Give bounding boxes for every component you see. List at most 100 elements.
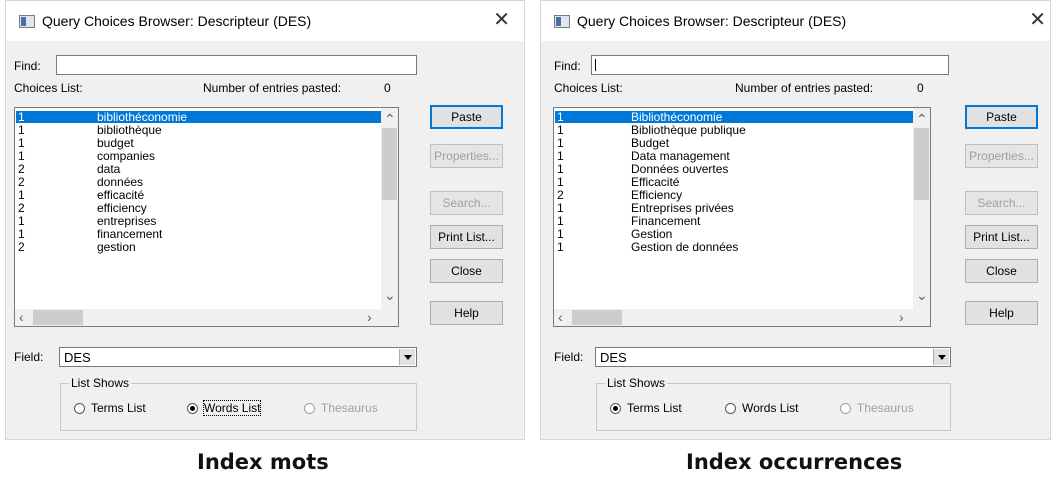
list-item[interactable]: 2 data <box>16 163 382 175</box>
item-term: Bibliothèque publique <box>631 123 746 137</box>
horizontal-scroll-thumb[interactable] <box>33 310 83 325</box>
vertical-scroll-thumb[interactable] <box>382 128 397 200</box>
close-window-icon[interactable]: ✕ <box>493 10 510 30</box>
item-count: 1 <box>557 123 564 137</box>
scroll-right-icon[interactable]: › <box>367 310 372 324</box>
field-select-value: DES <box>64 350 91 365</box>
chevron-down-icon[interactable] <box>399 349 415 365</box>
list-item[interactable]: 1 financement <box>16 228 382 240</box>
item-term: budget <box>97 136 134 150</box>
find-input[interactable] <box>591 55 949 75</box>
properties-button[interactable]: Properties... <box>430 144 503 168</box>
list-item[interactable]: 1 companies <box>16 150 382 162</box>
close-window-icon[interactable]: ✕ <box>1029 10 1046 30</box>
find-label: Find: <box>554 59 581 73</box>
scroll-up-icon[interactable]: ⌃ <box>384 112 396 126</box>
scroll-up-icon[interactable]: ⌃ <box>916 112 928 126</box>
horizontal-scrollbar[interactable]: ‹ › <box>15 309 381 326</box>
scroll-down-icon[interactable]: ⌄ <box>384 288 396 302</box>
item-term: Data management <box>631 149 730 163</box>
choices-list-label: Choices List: <box>554 81 623 95</box>
item-term: companies <box>97 149 156 163</box>
list-item[interactable]: 1 Bibliothèque publique <box>555 124 914 136</box>
list-item[interactable]: 1 bibliothéconomie <box>16 111 382 123</box>
print-list-button[interactable]: Print List... <box>430 225 503 249</box>
window-title: Query Choices Browser: Descripteur (DES) <box>42 13 312 29</box>
window-title: Query Choices Browser: Descripteur (DES) <box>577 13 847 29</box>
scroll-left-icon[interactable]: ‹ <box>19 310 24 324</box>
scroll-corner <box>381 309 398 326</box>
choices-list-label: Choices List: <box>14 81 83 95</box>
radio-thesaurus[interactable]: Thesaurus <box>304 401 378 415</box>
properties-button[interactable]: Properties... <box>965 144 1038 168</box>
item-count: 1 <box>18 188 25 202</box>
radio-terms-label: Terms List <box>91 401 146 415</box>
list-item[interactable]: 1 Bibliothéconomie <box>555 111 914 123</box>
choices-list[interactable]: 1 bibliothéconomie 1 bibliothèque 1 budget … <box>14 107 399 327</box>
help-button[interactable]: Help <box>965 301 1038 325</box>
list-item[interactable]: 1 Data management <box>555 150 914 162</box>
list-item[interactable]: 2 données <box>16 176 382 188</box>
item-count: 2 <box>557 188 564 202</box>
item-count: 1 <box>18 136 25 150</box>
horizontal-scrollbar[interactable]: ‹ › <box>554 309 913 326</box>
help-button[interactable]: Help <box>430 301 503 325</box>
field-label: Field: <box>14 350 44 364</box>
close-button[interactable]: Close <box>965 259 1038 283</box>
radio-words-label: Words List <box>742 401 799 415</box>
item-count: 1 <box>557 162 564 176</box>
radio-words-list[interactable]: Words List <box>187 400 262 416</box>
list-item[interactable]: 1 Budget <box>555 137 914 149</box>
list-shows-group: List Shows Terms List Words List Thesaur… <box>60 376 417 431</box>
list-item[interactable]: 1 Financement <box>555 215 914 227</box>
item-term: bibliothèque <box>97 123 162 137</box>
search-button[interactable]: Search... <box>965 191 1038 215</box>
list-item[interactable]: 1 Données ouvertes <box>555 163 914 175</box>
list-item[interactable]: 1 bibliothèque <box>16 124 382 136</box>
item-count: 1 <box>557 175 564 189</box>
app-window-icon <box>19 14 35 28</box>
item-term: Gestion de données <box>631 240 739 254</box>
radio-words-label: Words List <box>202 400 262 416</box>
list-item[interactable]: 1 Gestion de données <box>555 241 914 253</box>
close-button[interactable]: Close <box>430 259 503 283</box>
scroll-right-icon[interactable]: › <box>899 310 904 324</box>
radio-thesaurus-label: Thesaurus <box>857 401 914 415</box>
field-select-value: DES <box>600 350 627 365</box>
vertical-scrollbar[interactable]: ⌃ ⌄ <box>381 108 398 309</box>
search-button[interactable]: Search... <box>430 191 503 215</box>
item-term: Gestion <box>631 227 673 241</box>
radio-terms-list[interactable]: Terms List <box>74 401 146 415</box>
list-item[interactable]: 1 budget <box>16 137 382 149</box>
item-count: 1 <box>557 110 564 124</box>
print-list-button[interactable]: Print List... <box>965 225 1038 249</box>
list-item[interactable]: 1 efficacité <box>16 189 382 201</box>
horizontal-scroll-thumb[interactable] <box>572 310 622 325</box>
item-term: financement <box>97 227 163 241</box>
choices-list[interactable]: 1 Bibliothéconomie 1 Bibliothèque publique… <box>553 107 931 327</box>
chevron-down-icon[interactable] <box>933 349 949 365</box>
vertical-scrollbar[interactable]: ⌃ ⌄ <box>913 108 930 309</box>
list-item[interactable]: 1 Entreprises privées <box>555 202 914 214</box>
item-term: Budget <box>631 136 670 150</box>
radio-terms-list[interactable]: Terms List <box>610 401 682 415</box>
paste-button[interactable]: Paste <box>965 105 1038 129</box>
radio-thesaurus[interactable]: Thesaurus <box>840 401 914 415</box>
list-item[interactable]: 1 Gestion <box>555 228 914 240</box>
item-term: Efficiency <box>631 188 683 202</box>
paste-button[interactable]: Paste <box>430 105 503 129</box>
vertical-scroll-thumb[interactable] <box>914 128 929 200</box>
item-count: 1 <box>557 201 564 215</box>
field-select[interactable]: DES <box>59 347 417 367</box>
list-item[interactable]: 2 Efficiency <box>555 189 914 201</box>
scroll-down-icon[interactable]: ⌄ <box>916 288 928 302</box>
list-shows-group: List Shows Terms List Words List Thesaur… <box>596 376 951 431</box>
list-item[interactable]: 1 entreprises <box>16 215 382 227</box>
scroll-left-icon[interactable]: ‹ <box>558 310 563 324</box>
list-item[interactable]: 2 gestion <box>16 241 382 253</box>
find-input[interactable] <box>56 55 417 75</box>
list-item[interactable]: 1 Efficacité <box>555 176 914 188</box>
radio-words-list[interactable]: Words List <box>725 401 798 415</box>
field-select[interactable]: DES <box>595 347 951 367</box>
list-item[interactable]: 2 efficiency <box>16 202 382 214</box>
